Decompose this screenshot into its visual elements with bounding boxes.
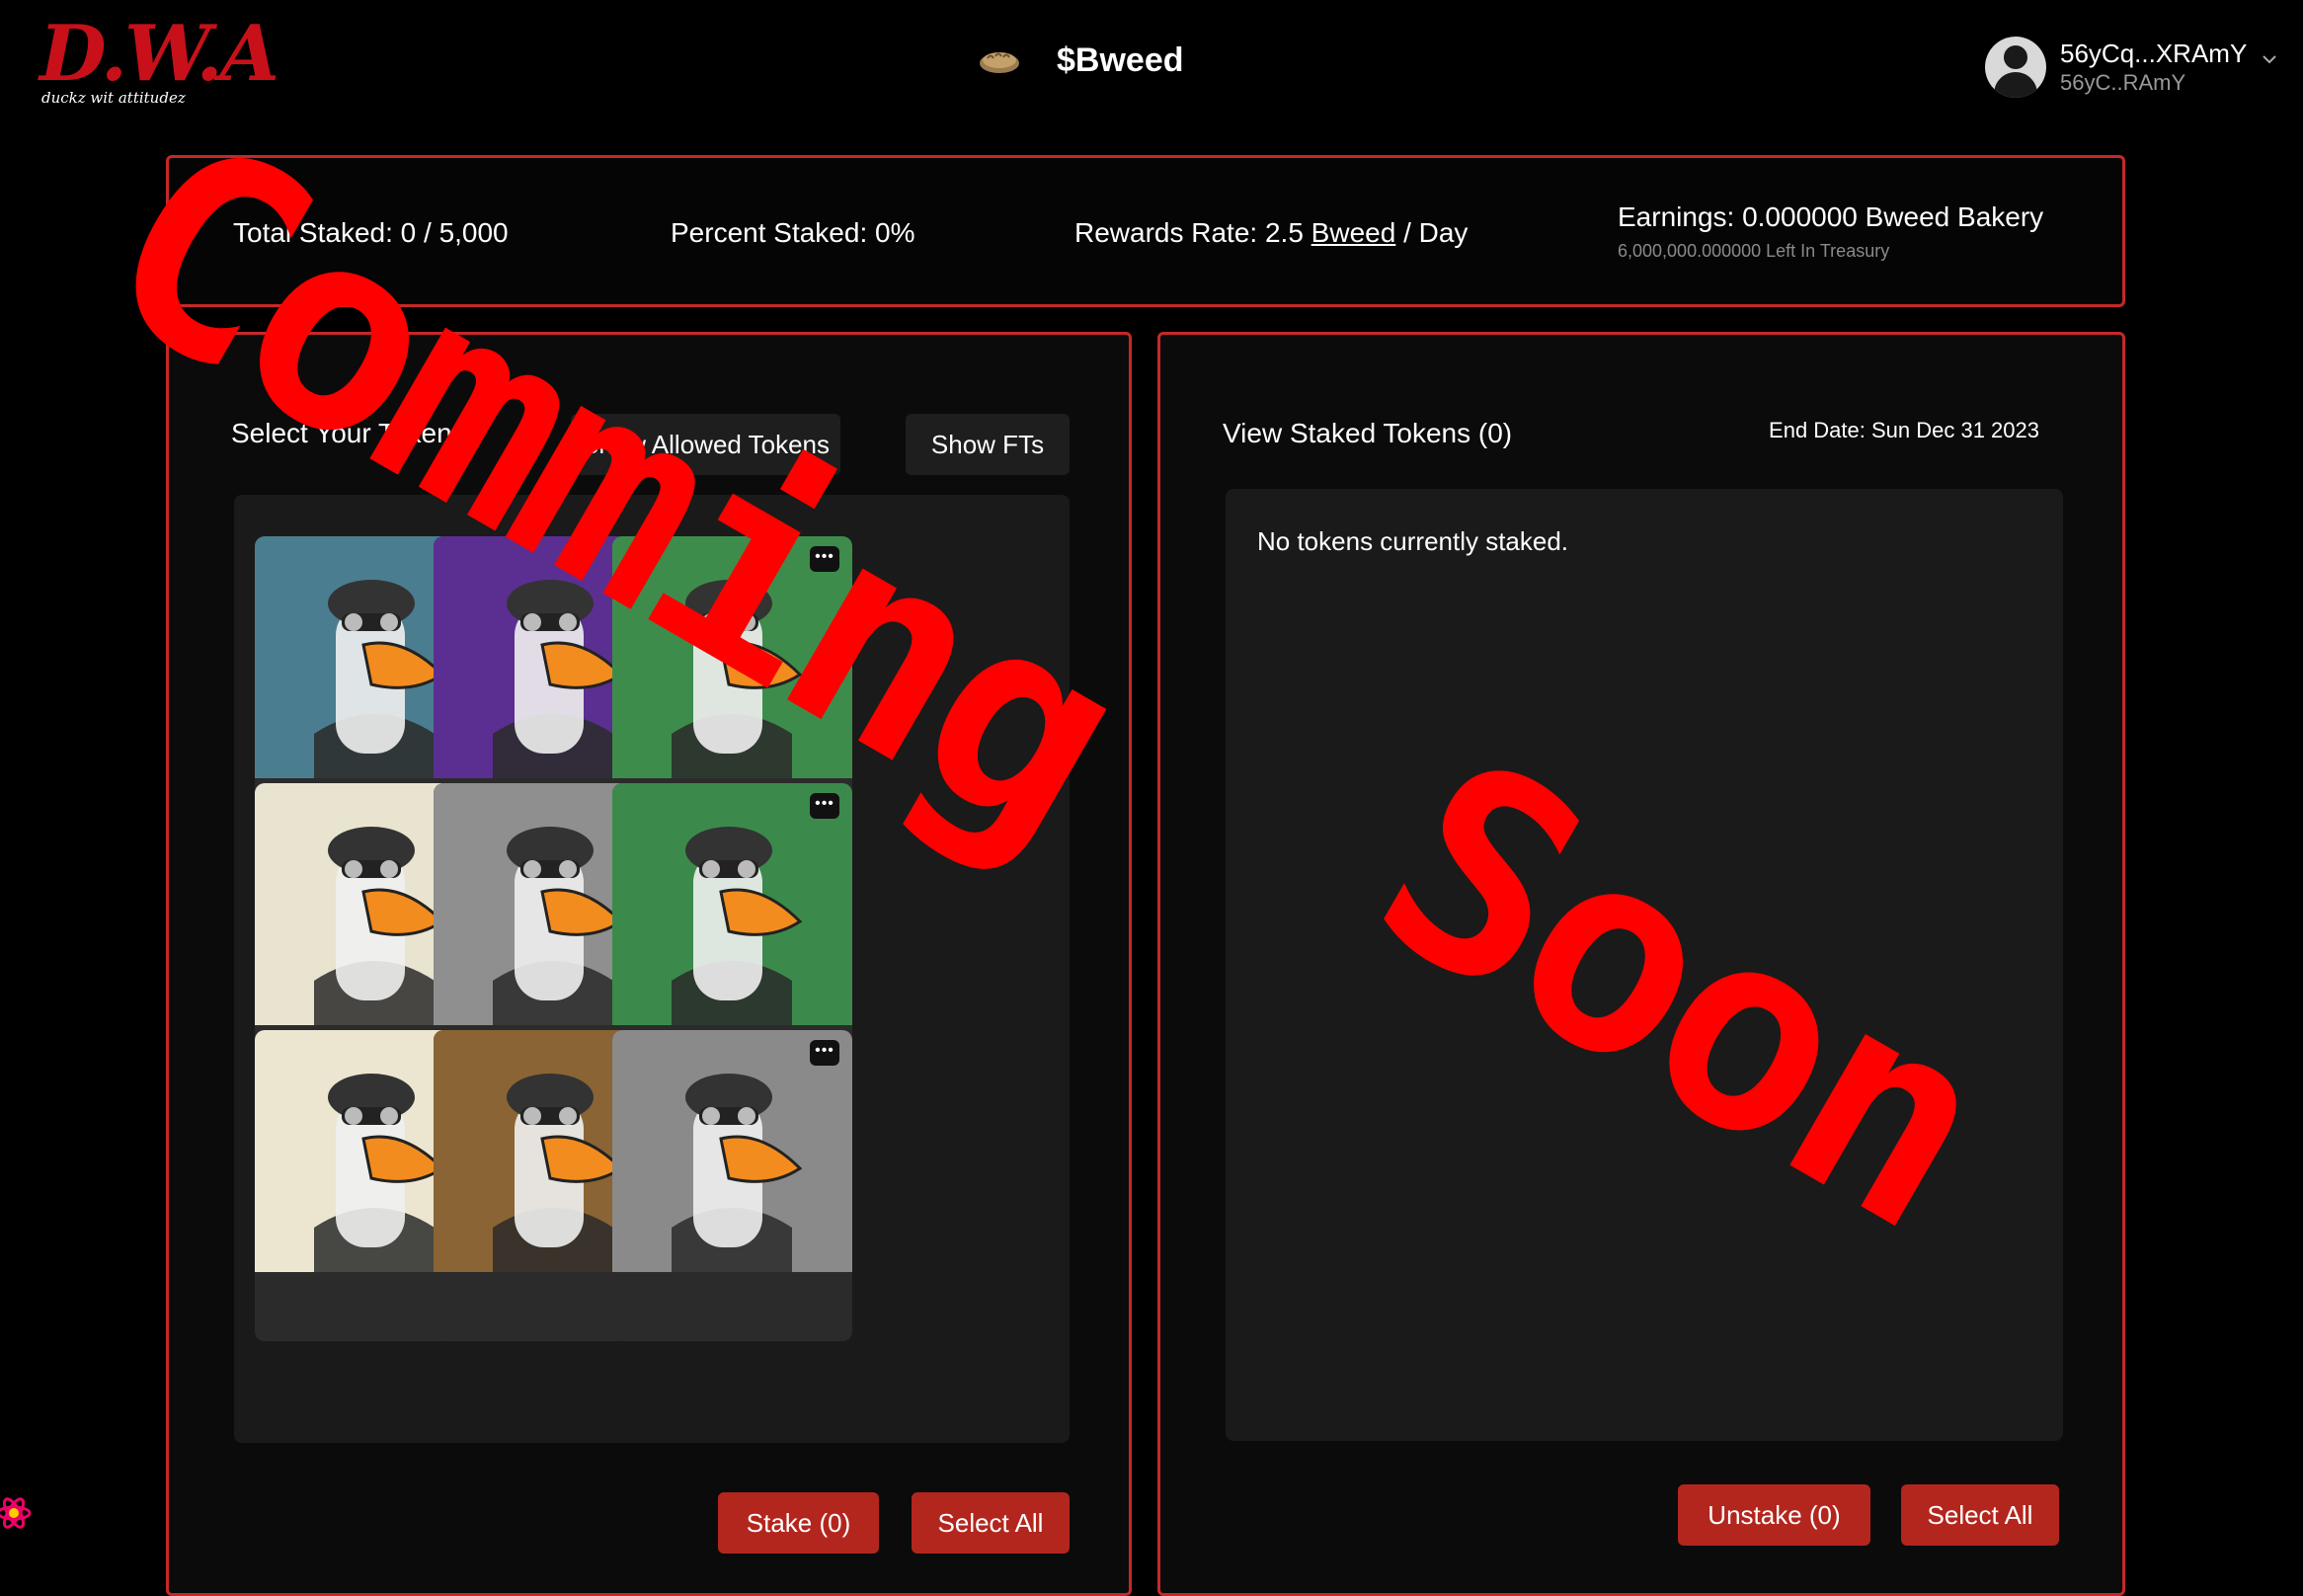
stake-button[interactable]: Stake (0) (718, 1492, 879, 1554)
account-menu[interactable]: 56yCq...XRAmY 56yC..RAmY (1985, 28, 2247, 107)
percent-staked: Percent Staked: 0% (671, 217, 915, 248)
select-all-button[interactable]: Select All (912, 1492, 1070, 1554)
select-tokens-title: Select Your Tokens (231, 418, 466, 448)
avatar (1985, 37, 2046, 98)
show-allowed-tokens-button[interactable]: Show Allowed Tokens (571, 414, 840, 475)
account-name: 56yCq...XRAmY (2060, 39, 2248, 68)
rewards-prefix: Rewards Rate: 2.5 (1074, 217, 1311, 248)
logo-tagline: duckz wit attitudez (41, 89, 186, 107)
token-image (612, 536, 852, 778)
staked-tokens-panel: View Staked Tokens (0) End Date: Sun Dec… (1157, 332, 2125, 1596)
select-tokens-panel: Select Your Tokens Show Allowed Tokens S… (166, 332, 1132, 1596)
brand-label: $Bweed (1057, 40, 1184, 79)
more-options-icon[interactable]: ••• (810, 1040, 839, 1066)
react-devtools-icon[interactable] (0, 1491, 43, 1535)
logo[interactable]: D.W.A duckz wit attitudez (40, 10, 279, 109)
earnings: Earnings: 0.000000 Bweed Bakery (1618, 201, 2044, 232)
more-options-icon[interactable]: ••• (810, 793, 839, 819)
token-grid[interactable]: •••DWA #1249•••DWA #258•••DWA #4968•••DW… (234, 495, 1070, 1443)
staked-tokens-title: View Staked Tokens (0) (1223, 418, 1513, 448)
token-image (612, 1030, 852, 1272)
earnings-block: Earnings: 0.000000 Bweed Bakery 6,000,00… (1618, 201, 2043, 262)
total-staked: Total Staked: 0 / 5,000 (233, 217, 509, 248)
rewards-suffix: / Day (1395, 217, 1469, 248)
unstake-button[interactable]: Unstake (0) (1678, 1484, 1870, 1546)
token-brand: $Bweed (978, 38, 1184, 83)
select-all-staked-button[interactable]: Select All (1901, 1484, 2059, 1546)
token-image (612, 783, 852, 1025)
token-card[interactable]: ••• (612, 1030, 852, 1341)
chevron-down-icon[interactable] (2262, 51, 2277, 67)
bread-icon (980, 52, 1019, 73)
end-date: End Date: Sun Dec 31 2023 (1769, 418, 2039, 442)
more-options-icon[interactable]: ••• (810, 546, 839, 572)
rewards-token-link[interactable]: Bweed (1311, 217, 1396, 248)
rewards-rate: Rewards Rate: 2.5 Bweed / Day (1074, 217, 1468, 249)
treasury-remaining: 6,000,000.000000 Left In Treasury (1618, 241, 1890, 261)
stats-bar: Total Staked: 0 / 5,000 Percent Staked: … (166, 155, 2125, 307)
logo-text: D.W.A (40, 9, 279, 99)
show-fts-button[interactable]: Show FTs (906, 414, 1070, 475)
empty-message: No tokens currently staked. (1257, 526, 1569, 556)
account-address: 56yC..RAmY (2060, 70, 2186, 95)
staked-tokens-list: No tokens currently staked. (1226, 489, 2063, 1441)
